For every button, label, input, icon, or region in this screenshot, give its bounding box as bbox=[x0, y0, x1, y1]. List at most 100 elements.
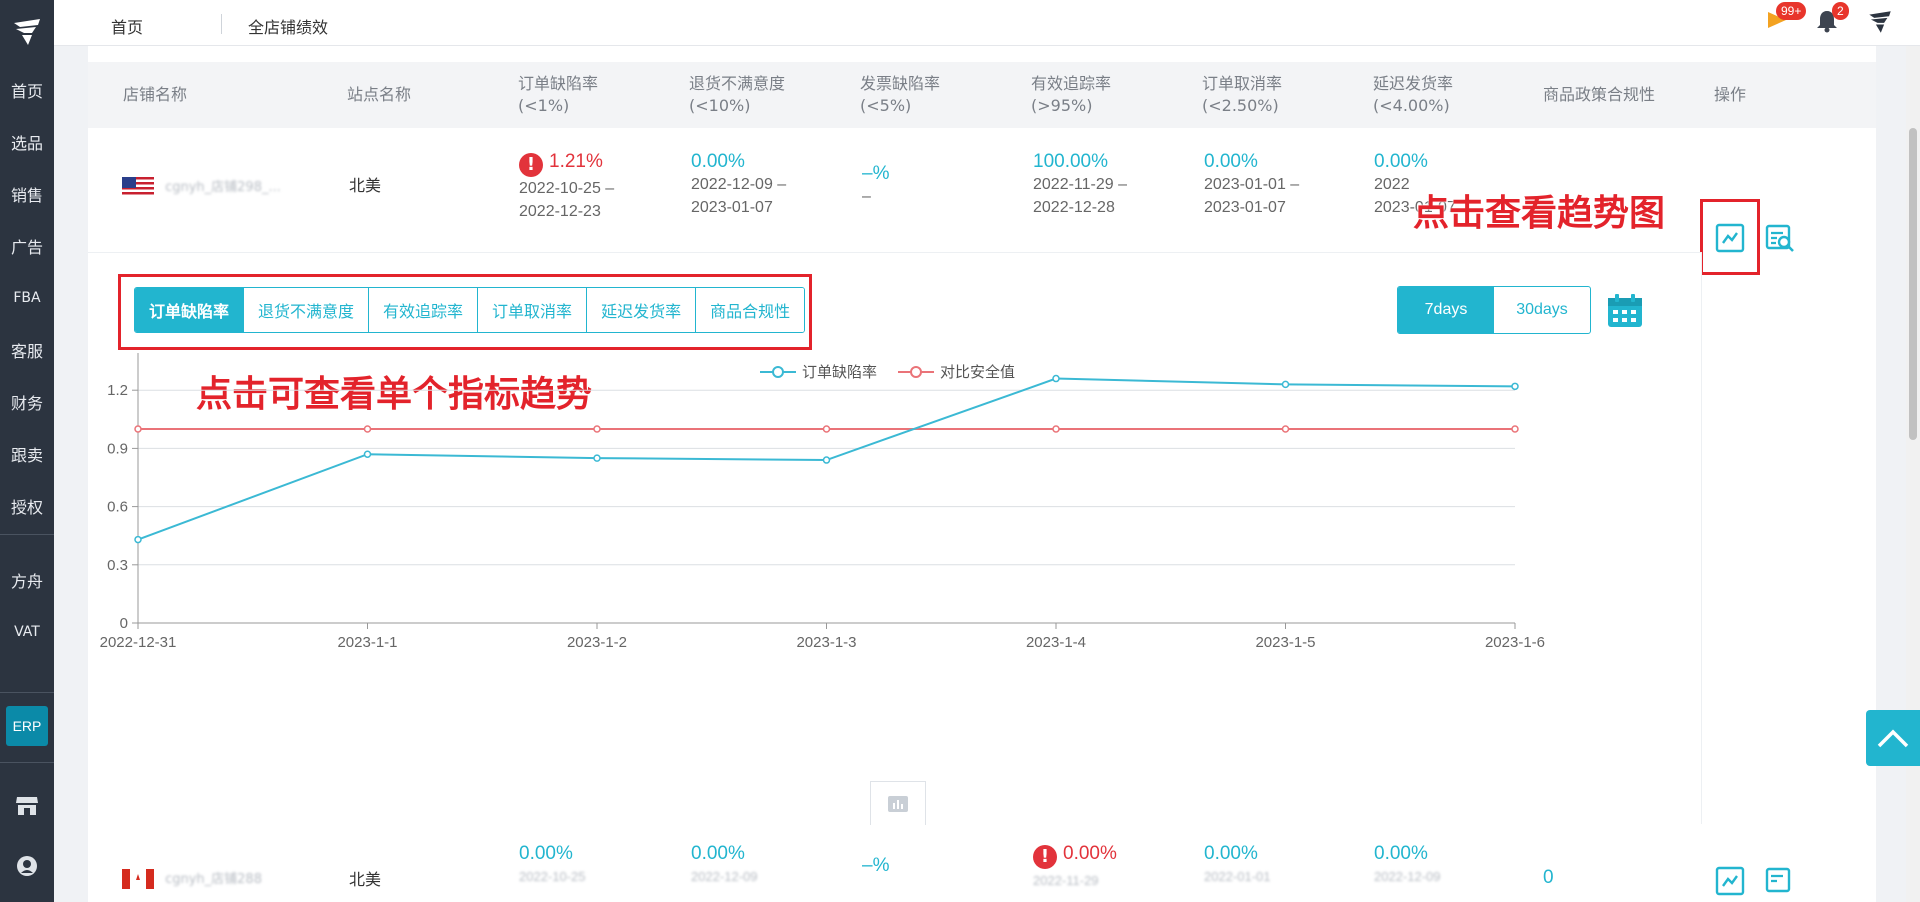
tab-valid-tracking[interactable]: 有效追踪率 bbox=[369, 288, 479, 332]
data-point[interactable] bbox=[1281, 380, 1290, 389]
app-logo-icon[interactable] bbox=[0, 0, 54, 63]
us-flag-icon bbox=[122, 176, 154, 197]
header-actions: 操作 bbox=[1714, 62, 1746, 128]
bar-chart-icon bbox=[888, 795, 908, 812]
tab-compliance[interactable]: 商品合规性 bbox=[696, 288, 805, 332]
table-header: 店铺名称 站点名称 订单缺陷率 (<1%) 退货不满意度 (<10%) 发票缺陷率 (… bbox=[88, 62, 1876, 128]
cancel-value: 0.00% bbox=[1204, 843, 1258, 864]
sidebar-item-fba[interactable]: FBA bbox=[0, 278, 54, 318]
late-value: 0.00% bbox=[1374, 843, 1428, 864]
y-tick-label: 0.3 bbox=[107, 557, 128, 574]
detail-search-button[interactable] bbox=[1765, 223, 1795, 253]
odr-date: 2022-10-25 bbox=[519, 869, 586, 884]
breadcrumb-current[interactable]: 全店铺绩效 bbox=[248, 14, 328, 38]
data-point[interactable] bbox=[1511, 382, 1519, 391]
header-site-name: 站点名称 bbox=[347, 62, 411, 128]
data-point[interactable] bbox=[134, 535, 142, 544]
data-point[interactable] bbox=[593, 454, 601, 462]
sidebar-item-finance[interactable]: 财务 bbox=[0, 382, 54, 422]
y-tick-label: 0 bbox=[120, 615, 128, 632]
cancel-cell: 0.00% 2023-01-01 – 2023-01-07 bbox=[1204, 150, 1299, 219]
data-point[interactable] bbox=[593, 425, 601, 433]
y-tick-label: 0.9 bbox=[107, 440, 128, 457]
user-avatar[interactable] bbox=[1866, 8, 1896, 38]
store-name[interactable]: cgnyh_店铺288 bbox=[165, 872, 262, 887]
x-tick-label: 2022-12-31 bbox=[100, 634, 177, 651]
trend-chart-icon bbox=[1715, 223, 1745, 253]
odr-cell: ! 1.21% 2022-10-25 – 2022-12-23 bbox=[519, 150, 614, 223]
page-scrollbar[interactable] bbox=[1906, 46, 1920, 902]
data-point[interactable] bbox=[363, 450, 372, 458]
tracking-value: 100.00% bbox=[1033, 151, 1109, 172]
sidebar-item-product-selection[interactable]: 选品 bbox=[0, 122, 54, 162]
trend-panel: 订单缺陷率 退货不满意度 有效追踪率 订单取消率 延迟发货率 商品合规性 点击可… bbox=[88, 252, 1702, 825]
cancel-range-end: 2023-01-07 bbox=[1204, 199, 1286, 216]
data-point[interactable] bbox=[822, 425, 831, 433]
compliance-value: 0 bbox=[1543, 867, 1554, 888]
bell-badge: 2 bbox=[1832, 2, 1849, 20]
sidebar-item-follow-sell[interactable]: 跟卖 bbox=[0, 434, 54, 474]
header-label: 延迟发货率 bbox=[1373, 74, 1454, 93]
scrollbar-thumb[interactable] bbox=[1909, 128, 1917, 440]
data-point[interactable] bbox=[1511, 425, 1519, 433]
range-7days[interactable]: 7days bbox=[1398, 287, 1494, 333]
sidebar-item-ark[interactable]: 方舟 bbox=[0, 560, 54, 600]
trend-chart-button[interactable] bbox=[1715, 223, 1745, 253]
sidebar-item-home[interactable]: 首页 bbox=[0, 70, 54, 110]
invoice-value: –% bbox=[862, 163, 890, 184]
back-to-top-button[interactable] bbox=[1866, 710, 1920, 766]
header-late-shipment: 延迟发货率 (<4.00%) bbox=[1373, 62, 1453, 128]
sidebar-item-sales[interactable]: 销售 bbox=[0, 174, 54, 214]
range-30days[interactable]: 30days bbox=[1494, 287, 1590, 333]
calendar-button[interactable] bbox=[1606, 293, 1646, 333]
detail-search-button[interactable] bbox=[1765, 866, 1795, 896]
warning-icon: ! bbox=[1033, 845, 1057, 869]
tab-cancel-rate[interactable]: 订单取消率 bbox=[478, 288, 588, 332]
breadcrumb-home[interactable]: 首页 bbox=[111, 14, 143, 38]
site-name: 北美 bbox=[349, 176, 382, 195]
sidebar-item-ads[interactable]: 广告 bbox=[0, 226, 54, 266]
header-policy-compliance: 商品政策合规性 bbox=[1543, 62, 1655, 128]
sidebar-erp-button[interactable]: ERP bbox=[6, 706, 48, 746]
late-date: 2022-12-09 bbox=[1374, 869, 1441, 884]
header-store-name: 店铺名称 bbox=[123, 62, 187, 128]
store-name[interactable]: cgnyh_店铺298_... bbox=[165, 180, 281, 195]
support-icon[interactable] bbox=[13, 852, 41, 880]
sidebar-item-authorize[interactable]: 授权 bbox=[0, 486, 54, 526]
chevron-up-icon bbox=[1877, 729, 1909, 748]
sidebar-divider bbox=[0, 534, 54, 535]
header-cancel-rate: 订单取消率 (<2.50%) bbox=[1202, 62, 1282, 128]
tab-odr[interactable]: 订单缺陷率 bbox=[135, 288, 245, 332]
trend-chart-icon bbox=[1715, 866, 1745, 896]
invoice-cell: –% bbox=[862, 854, 889, 877]
header-sub: (<10%) bbox=[689, 96, 751, 115]
flag-notification[interactable]: 99+ bbox=[1764, 2, 1807, 38]
trend-chart-button[interactable] bbox=[1715, 866, 1745, 896]
cancel-cell: 0.00% 2022-01-01 bbox=[1204, 842, 1271, 888]
header-label: 退货不满意度 bbox=[689, 74, 786, 93]
return-cell: 0.00% 2022-12-09 – 2023-01-07 bbox=[691, 150, 786, 219]
store-icon[interactable] bbox=[13, 792, 41, 820]
data-point[interactable] bbox=[822, 456, 831, 464]
header-label: 有效追踪率 bbox=[1031, 74, 1112, 93]
x-tick-label: 2023-1-6 bbox=[1485, 634, 1545, 651]
data-point[interactable] bbox=[1052, 374, 1060, 383]
data-point[interactable] bbox=[363, 425, 372, 433]
tab-return-dissatisfaction[interactable]: 退货不满意度 bbox=[244, 288, 370, 332]
data-point[interactable] bbox=[1281, 425, 1290, 433]
tracking-range-start: 2022-11-29 – bbox=[1033, 176, 1127, 193]
flag-badge: 99+ bbox=[1776, 2, 1807, 20]
x-tick-label: 2023-1-1 bbox=[337, 634, 397, 651]
return-date: 2022-12-09 bbox=[691, 869, 758, 884]
sidebar-item-vat[interactable]: VAT bbox=[0, 612, 54, 652]
data-point[interactable] bbox=[134, 425, 142, 433]
data-point[interactable] bbox=[1052, 425, 1060, 433]
tab-late-shipment[interactable]: 延迟发货率 bbox=[587, 288, 697, 332]
header-odr: 订单缺陷率 (<1%) bbox=[518, 62, 598, 128]
header-sub: (<5%) bbox=[860, 96, 912, 115]
collapse-chart-button[interactable] bbox=[870, 781, 926, 825]
x-tick-label: 2023-1-4 bbox=[1026, 634, 1086, 651]
sidebar-item-customer-service[interactable]: 客服 bbox=[0, 330, 54, 370]
cancel-value: 0.00% bbox=[1204, 151, 1258, 172]
bell-notification[interactable]: 2 bbox=[1814, 2, 1849, 38]
